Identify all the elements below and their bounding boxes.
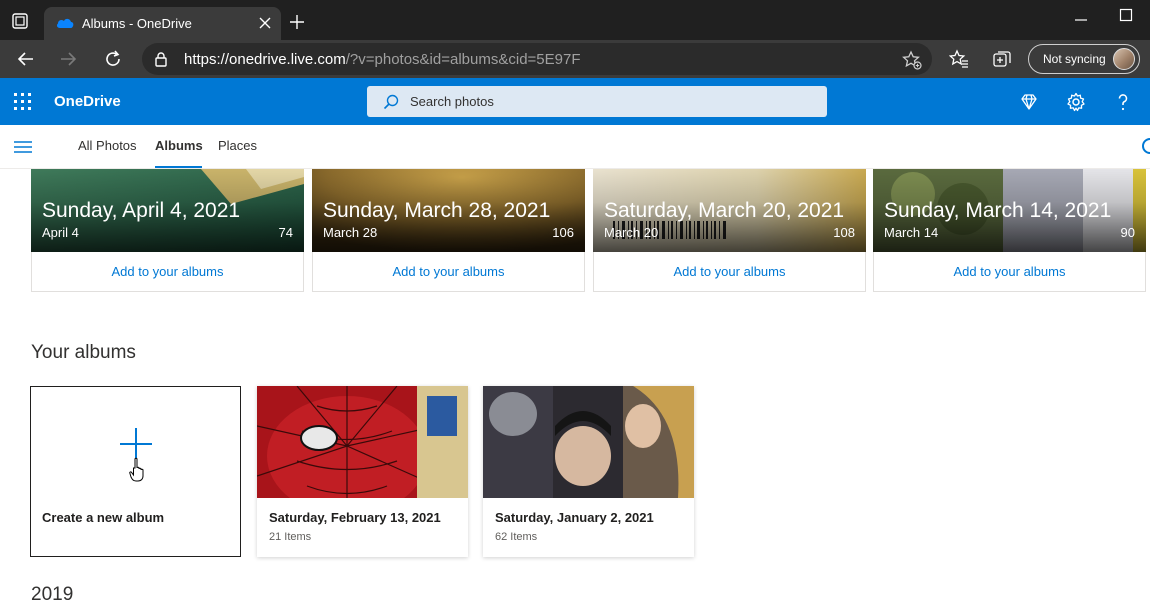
tab-actions-icon[interactable]: [10, 11, 30, 31]
add-to-albums-link[interactable]: Add to your albums: [312, 252, 585, 292]
tab-places[interactable]: Places: [218, 138, 257, 153]
browser-tab[interactable]: Albums - OneDrive: [44, 7, 281, 40]
search-placeholder: Search photos: [410, 94, 494, 109]
settings-gear-icon[interactable]: [1066, 92, 1086, 112]
profile-sync-button[interactable]: Not syncing: [1028, 44, 1140, 74]
add-favorite-icon[interactable]: [902, 50, 922, 70]
forward-arrow-icon[interactable]: [58, 49, 78, 69]
url-path: /?v=photos&id=albums&cid=5E97F: [345, 51, 581, 68]
moment-subtitle: April 4: [42, 225, 79, 240]
create-album-card[interactable]: Create a new album: [30, 386, 241, 557]
moment-card[interactable]: Saturday, March 20, 2021 March 20 108 Ad…: [593, 169, 866, 292]
maximize-window-icon[interactable]: [1119, 8, 1133, 22]
moment-card[interactable]: Sunday, March 14, 2021 March 14 90 Add t…: [873, 169, 1146, 292]
tab-title: Albums - OneDrive: [82, 16, 192, 31]
moment-subtitle: March 20: [604, 225, 659, 240]
add-to-albums-link[interactable]: Add to your albums: [873, 252, 1146, 292]
url-host: https://onedrive.live.com: [184, 51, 346, 68]
browser-toolbar: https://onedrive.live.com/?v=photos&id=a…: [0, 40, 1150, 78]
tab-close-icon[interactable]: [257, 15, 273, 31]
year-heading-2019: 2019: [31, 584, 74, 605]
tab-albums[interactable]: Albums: [155, 138, 203, 153]
album-card[interactable]: Saturday, January 2, 2021 62 Items: [483, 386, 694, 557]
onedrive-cloud-icon: [56, 18, 74, 28]
browser-tab-strip: Albums - OneDrive: [0, 0, 1150, 40]
collections-icon[interactable]: [992, 49, 1012, 69]
moment-thumbnail[interactable]: Sunday, April 4, 2021 April 4 74: [31, 169, 304, 252]
new-tab-icon[interactable]: [289, 14, 305, 30]
sync-status-label: Not syncing: [1043, 52, 1106, 66]
search-icon: [383, 94, 399, 110]
your-albums-heading: Your albums: [31, 342, 136, 363]
minimize-window-icon[interactable]: [1074, 13, 1088, 27]
moment-title: Sunday, March 14, 2021: [884, 199, 1112, 222]
moment-card[interactable]: Sunday, April 4, 2021 April 4 74 Add to …: [31, 169, 304, 292]
back-arrow-icon[interactable]: [16, 49, 36, 69]
album-title: Saturday, February 13, 2021: [269, 510, 441, 525]
moment-count: 74: [278, 225, 293, 240]
moment-title: Sunday, April 4, 2021: [42, 199, 241, 222]
moment-subtitle: March 14: [884, 225, 939, 240]
favorites-icon[interactable]: [949, 49, 969, 69]
album-cover-image: [257, 386, 468, 498]
app-launcher-icon[interactable]: [14, 93, 31, 110]
plus-icon: [120, 428, 152, 460]
moment-title: Sunday, March 28, 2021: [323, 199, 551, 222]
moment-thumbnail[interactable]: Sunday, March 28, 2021 March 28 106: [312, 169, 585, 252]
moment-count: 108: [833, 225, 855, 240]
moment-subtitle: March 28: [323, 225, 378, 240]
moment-thumbnail[interactable]: Saturday, March 20, 2021 March 20 108: [593, 169, 866, 252]
address-bar[interactable]: https://onedrive.live.com/?v=photos&id=a…: [142, 43, 932, 75]
premium-diamond-icon[interactable]: [1019, 92, 1039, 112]
album-thumbnail: [483, 386, 694, 498]
moment-count: 90: [1120, 225, 1135, 240]
help-question-icon[interactable]: [1113, 92, 1133, 112]
photos-pivot-nav: All Photos Albums Places: [0, 125, 1150, 169]
app-brand[interactable]: OneDrive: [54, 93, 121, 110]
search-photos-input[interactable]: Search photos: [367, 86, 827, 117]
hamburger-menu-icon[interactable]: [14, 141, 32, 153]
url-text[interactable]: https://onedrive.live.com/?v=photos&id=a…: [184, 51, 580, 68]
moment-count: 106: [552, 225, 574, 240]
album-thumbnail: [257, 386, 468, 498]
moment-thumbnail[interactable]: Sunday, March 14, 2021 March 14 90: [873, 169, 1146, 252]
onedrive-header: OneDrive Search photos: [0, 78, 1150, 125]
moment-card[interactable]: Sunday, March 28, 2021 March 28 106 Add …: [312, 169, 585, 292]
profile-avatar: [1113, 48, 1135, 70]
album-card[interactable]: Saturday, February 13, 2021 21 Items: [257, 386, 468, 557]
active-tab-indicator: [155, 166, 202, 168]
add-to-albums-link[interactable]: Add to your albums: [31, 252, 304, 292]
tab-all-photos[interactable]: All Photos: [78, 138, 137, 153]
create-album-label: Create a new album: [42, 510, 165, 525]
moment-title: Saturday, March 20, 2021: [604, 199, 845, 222]
add-to-albums-link[interactable]: Add to your albums: [593, 252, 866, 292]
album-item-count: 21 Items: [269, 531, 312, 543]
album-title: Saturday, January 2, 2021: [495, 510, 654, 525]
hand-pointer-icon: [129, 457, 144, 482]
lock-icon[interactable]: [154, 51, 168, 67]
album-cover-image: [483, 386, 694, 498]
album-item-count: 62 Items: [495, 531, 538, 543]
refresh-icon[interactable]: [103, 49, 123, 69]
